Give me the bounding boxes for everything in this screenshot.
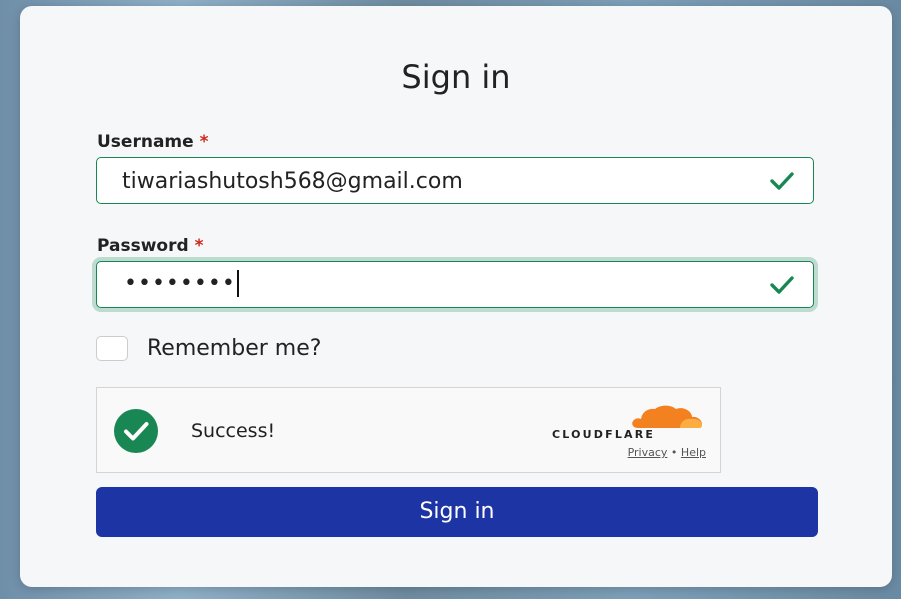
page-title: Sign in: [401, 58, 511, 96]
cloudflare-wordmark: CLOUDFLARE: [552, 428, 656, 441]
remember-checkbox[interactable]: [96, 336, 128, 361]
cloud-icon: [632, 405, 702, 428]
cloudflare-links: Privacy • Help: [550, 446, 706, 459]
password-value: ••••••••: [124, 270, 239, 297]
success-check-icon: [114, 409, 158, 453]
valid-check-icon: [770, 172, 794, 190]
cloudflare-logo: CLOUDFLARE Privacy • Help: [550, 403, 706, 461]
valid-check-icon: [770, 276, 794, 294]
password-field[interactable]: ••••••••: [96, 261, 814, 308]
remember-me: Remember me?: [96, 336, 321, 361]
help-link[interactable]: Help: [681, 446, 706, 459]
privacy-link[interactable]: Privacy: [628, 446, 668, 459]
captcha-status: Success!: [191, 420, 276, 442]
captcha-widget: Success! CLOUDFLARE Privacy • Help: [96, 387, 721, 473]
password-label-text: Password: [97, 236, 189, 256]
link-separator: •: [670, 446, 678, 459]
remember-label[interactable]: Remember me?: [147, 336, 321, 361]
username-label-text: Username: [97, 132, 194, 152]
username-value: tiwariashutosh568@gmail.com: [122, 169, 463, 194]
password-label: Password *: [97, 236, 203, 256]
required-mark: *: [199, 132, 209, 152]
signin-card: Sign in Username * tiwariashutosh568@gma…: [20, 6, 892, 587]
username-label: Username *: [97, 132, 208, 152]
username-field[interactable]: tiwariashutosh568@gmail.com: [96, 157, 814, 204]
sign-in-button[interactable]: Sign in: [96, 487, 818, 537]
required-mark: *: [194, 236, 204, 256]
